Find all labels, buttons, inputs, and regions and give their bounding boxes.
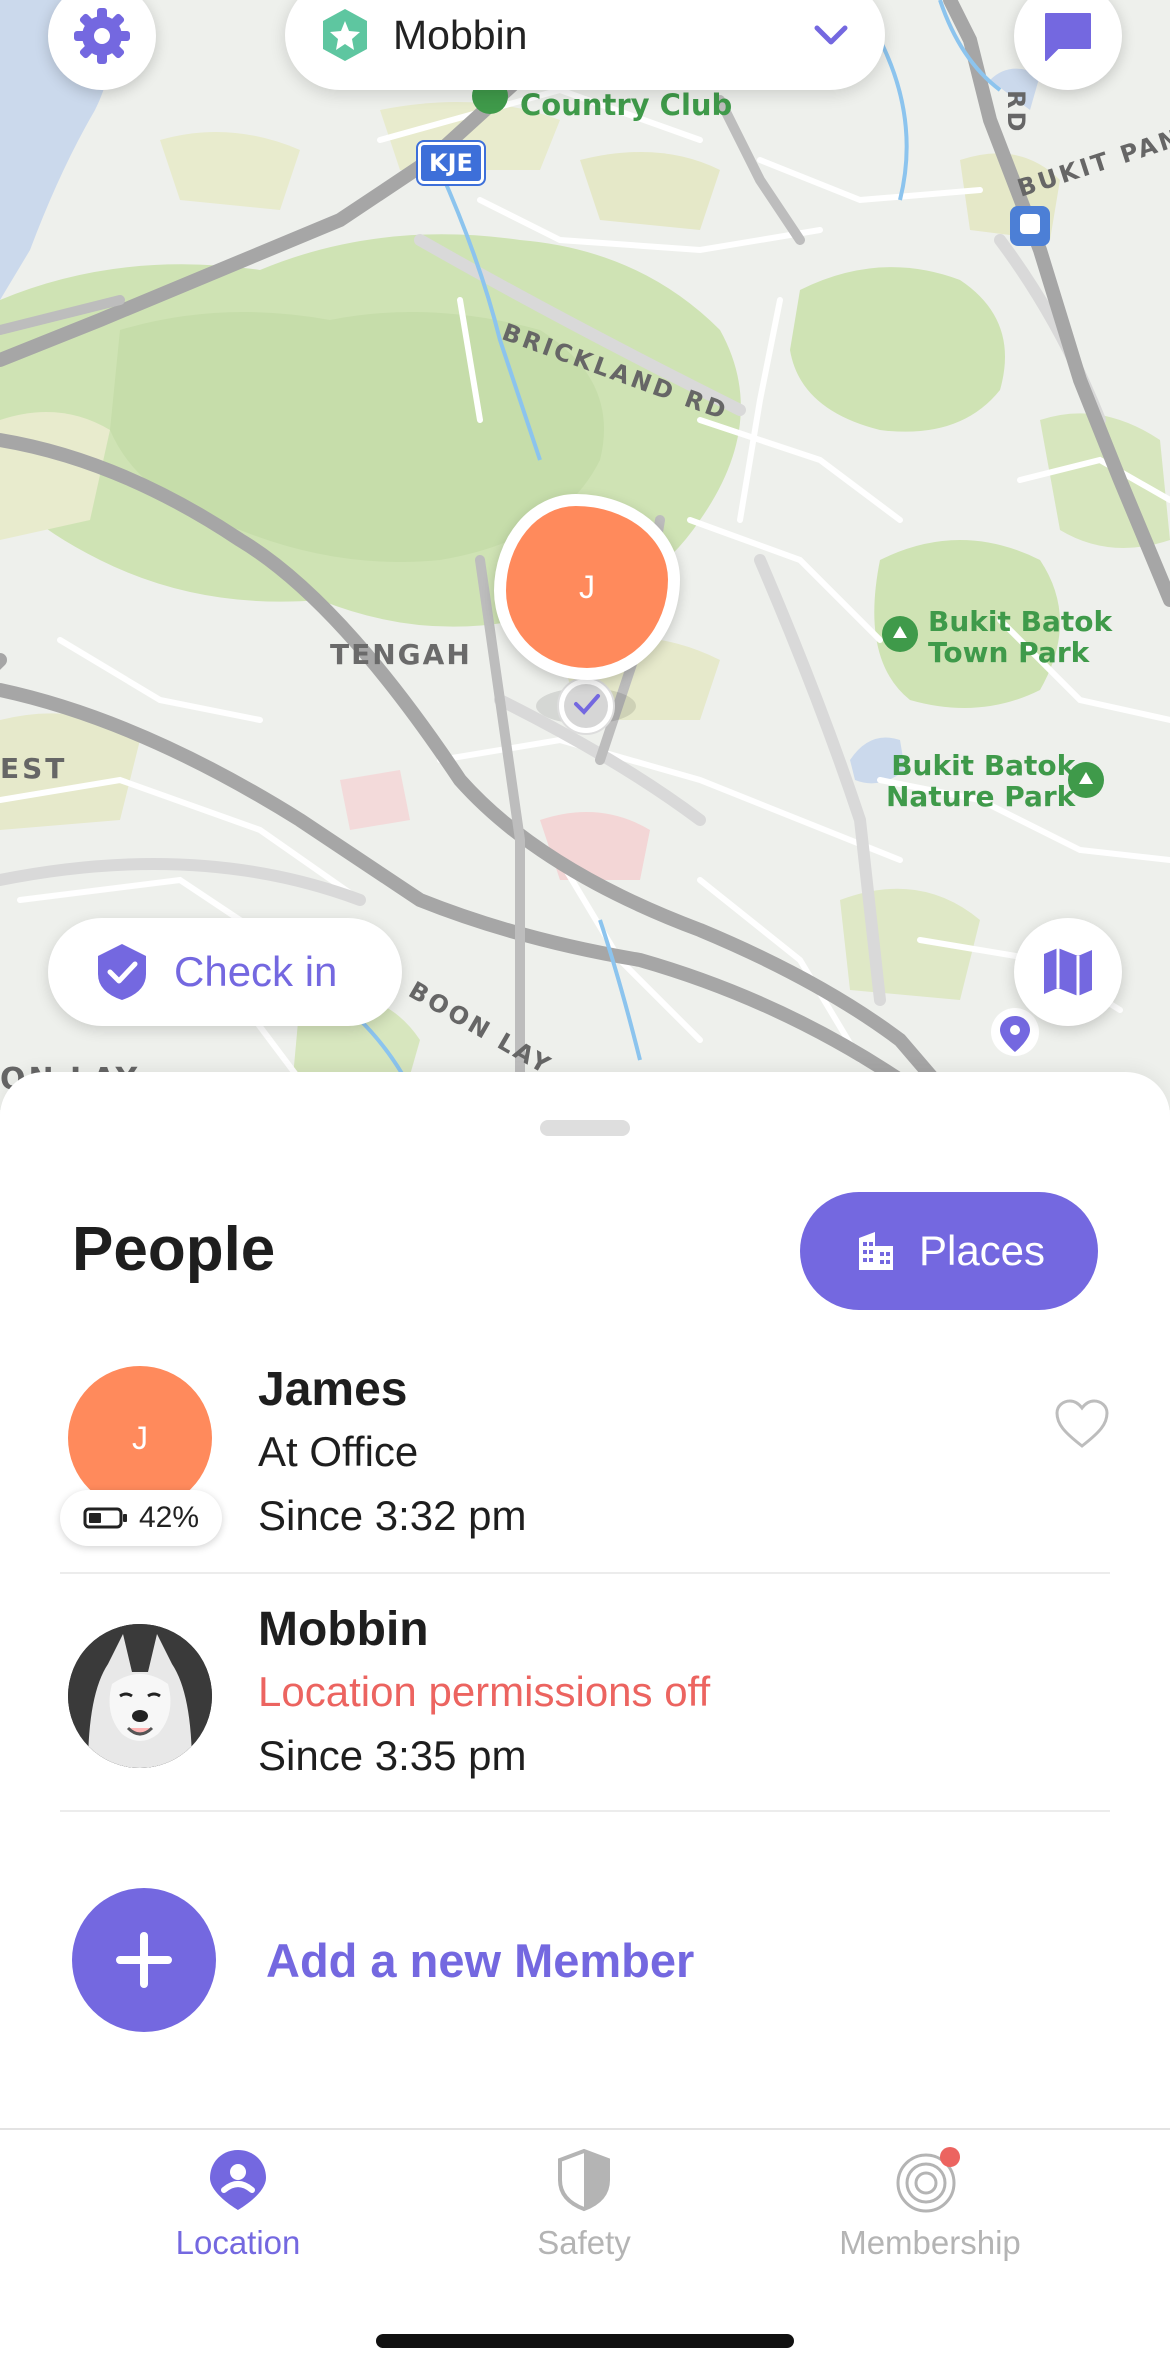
notification-dot bbox=[940, 2147, 960, 2167]
map-icon bbox=[1044, 948, 1092, 996]
park-label-line-1: Bukit Batok bbox=[928, 605, 1113, 638]
tab-location[interactable]: Location bbox=[88, 2140, 388, 2262]
map-label-kje-expressway: KJE bbox=[416, 140, 486, 186]
tab-label: Membership bbox=[839, 2224, 1021, 2261]
places-label: Places bbox=[918, 1227, 1046, 1274]
circle-selector-dropdown[interactable]: Mobbin bbox=[285, 0, 885, 90]
star-badge-icon bbox=[323, 9, 367, 61]
member-name: Mobbin bbox=[258, 1603, 429, 1656]
tab-membership[interactable]: Membership bbox=[780, 2140, 1080, 2262]
heart-icon[interactable] bbox=[1054, 1398, 1110, 1450]
gear-icon bbox=[74, 8, 130, 64]
map-label-rd: RD bbox=[1002, 90, 1030, 135]
sheet-grabber-handle[interactable] bbox=[540, 1120, 630, 1136]
member-since: Since 3:35 pm bbox=[258, 1732, 527, 1779]
check-in-label: Check in bbox=[174, 948, 338, 995]
battery-badge: 42% bbox=[60, 1490, 222, 1546]
people-title: People bbox=[72, 1215, 276, 1284]
membership-icon bbox=[896, 2147, 960, 2213]
member-row-mobbin[interactable]: Mobbin Location permissions off Since 3:… bbox=[60, 1574, 1110, 1812]
map-view[interactable]: Country Club KJE BRICKLAND RD BUKIT PANJ… bbox=[0, 0, 1170, 1110]
tab-label: Safety bbox=[537, 2224, 631, 2261]
check-shield-icon bbox=[98, 944, 146, 1000]
park-label-line-2: Town Park bbox=[928, 636, 1090, 669]
member-status: At Office bbox=[258, 1428, 419, 1475]
home-indicator bbox=[376, 2334, 794, 2348]
member-status-warning: Location permissions off bbox=[258, 1668, 711, 1715]
map-label-bukit-batok-town-park: Bukit Batok Town Park bbox=[928, 606, 1112, 668]
member-since: Since 3:32 pm bbox=[258, 1492, 527, 1539]
places-button[interactable]: Places bbox=[800, 1192, 1098, 1310]
add-member-button[interactable]: Add a new Member bbox=[72, 1888, 694, 2032]
map-label-country-club: Country Club bbox=[520, 88, 733, 122]
check-in-button[interactable]: Check in bbox=[48, 918, 402, 1026]
map-type-button[interactable] bbox=[1014, 918, 1122, 1026]
battery-icon bbox=[83, 1507, 127, 1529]
map-label-bukit-batok-nature-park: Bukit Batok Nature Park bbox=[886, 750, 1075, 812]
circle-name: Mobbin bbox=[393, 11, 528, 58]
person-pin-icon bbox=[210, 2150, 266, 2210]
member-row-james[interactable]: J 42% James At Office Since 3:32 pm bbox=[60, 1334, 1110, 1574]
chat-bubble-icon bbox=[1045, 13, 1091, 61]
map-label-est: EST bbox=[0, 752, 68, 785]
chevron-down-icon bbox=[814, 25, 848, 45]
tab-safety[interactable]: Safety bbox=[434, 2140, 734, 2262]
tab-label: Location bbox=[175, 2224, 301, 2261]
park-label-line-1: Bukit Batok bbox=[891, 749, 1076, 782]
dog-photo-avatar bbox=[68, 1624, 212, 1768]
park-label-line-2: Nature Park bbox=[886, 780, 1076, 813]
member-map-pin[interactable]: J bbox=[474, 478, 698, 740]
building-icon bbox=[858, 1232, 893, 1270]
avatar bbox=[68, 1624, 212, 1768]
map-label-tengah: TENGAH bbox=[330, 638, 472, 671]
plus-icon bbox=[72, 1888, 216, 2032]
avatar: J bbox=[68, 1366, 212, 1510]
member-name: James bbox=[258, 1363, 408, 1416]
add-member-label: Add a new Member bbox=[266, 1933, 695, 1987]
battery-percentage: 42% bbox=[138, 1501, 200, 1534]
shield-icon bbox=[558, 2148, 610, 2212]
